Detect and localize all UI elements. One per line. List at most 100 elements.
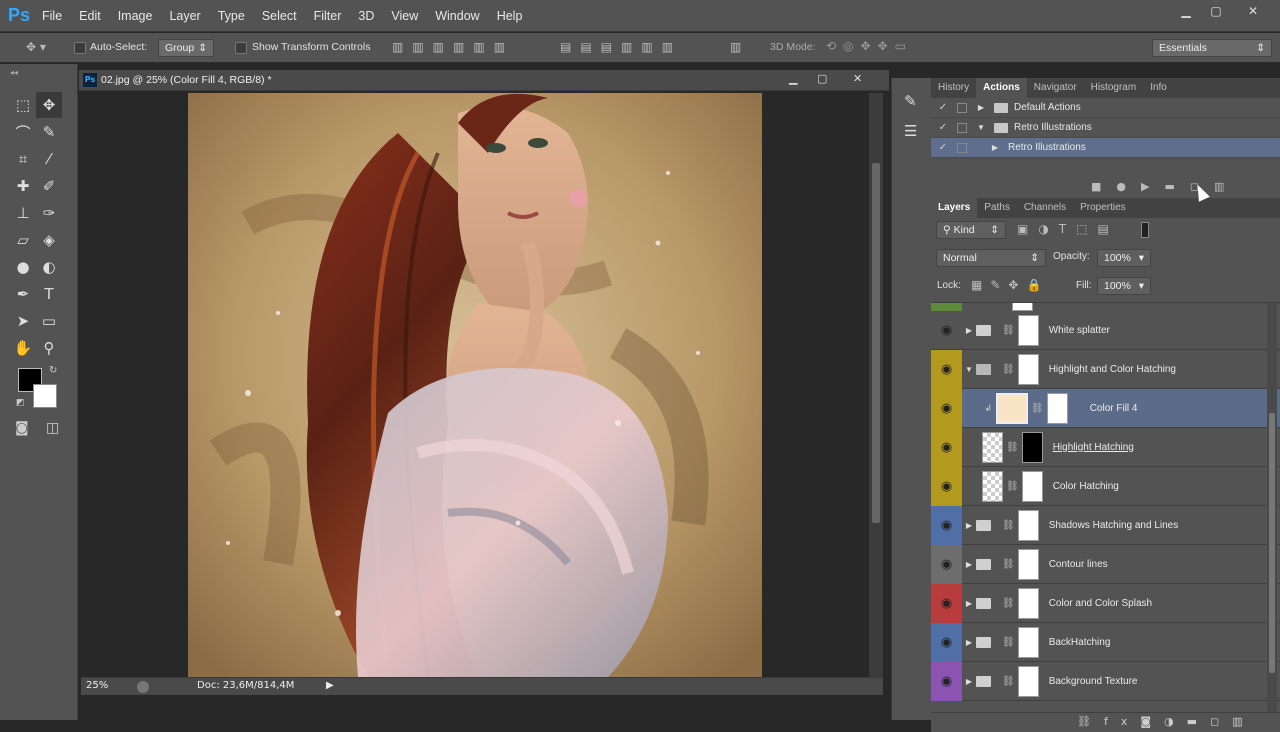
distribute-icons[interactable]: ▤▤▤▥▥▥ xyxy=(560,40,682,54)
trash-icon[interactable]: ▥ xyxy=(1214,180,1239,193)
layer-name[interactable]: Color Hatching xyxy=(1053,481,1119,492)
layer-name[interactable]: White splatter xyxy=(1049,325,1110,336)
close-button[interactable]: ✕ xyxy=(1242,4,1264,18)
doc-minimize-button[interactable]: ▁ xyxy=(789,72,797,85)
transform-controls-checkbox[interactable] xyxy=(235,42,247,54)
layer-color-tag[interactable]: ◉ xyxy=(931,466,962,506)
layer-name[interactable]: Shadows Hatching and Lines xyxy=(1049,520,1179,531)
blur-tool-icon[interactable]: ● xyxy=(10,254,36,280)
menu-filter[interactable]: Filter xyxy=(314,9,342,23)
link-layers-icon[interactable]: ⛓ xyxy=(1077,715,1104,728)
status-menu-arrow-icon[interactable]: ▶ xyxy=(326,680,334,691)
hand-tool-icon[interactable]: ✋ xyxy=(10,335,36,361)
new-group-icon[interactable]: ▬ xyxy=(1187,715,1210,728)
record-icon[interactable]: ● xyxy=(1116,180,1141,193)
lasso-tool-icon[interactable]: ⌒ xyxy=(10,119,36,145)
fill-color-thumbnail[interactable] xyxy=(996,392,1028,424)
move-tool-preset-icon[interactable]: ✥ ▾ xyxy=(26,40,46,54)
filter-type-icons[interactable]: ▣◑T⬚▤ xyxy=(1017,222,1119,236)
eye-icon[interactable]: ◉ xyxy=(941,322,952,338)
layer-row-selected[interactable]: ◉ ↲ ⛓ Color Fill 4 xyxy=(931,388,1280,428)
workspace-dropdown[interactable]: Essentials ⇕ xyxy=(1152,39,1272,57)
document-tab-bar[interactable]: Ps 02.jpg @ 25% (Color Fill 4, RGB/8) * … xyxy=(79,70,889,91)
layer-color-tag[interactable]: ◉ xyxy=(931,505,962,545)
crop-tool-icon[interactable]: ⌗ xyxy=(10,146,36,172)
fill-field[interactable]: 100% ▾ xyxy=(1097,277,1151,295)
eye-icon[interactable]: ◉ xyxy=(941,595,952,611)
layer-name[interactable]: Color and Color Splash xyxy=(1049,598,1152,609)
fx-icon[interactable]: fx xyxy=(1104,715,1140,728)
marquee-tool-icon[interactable]: ⬚ xyxy=(10,92,36,118)
action-set-default[interactable]: ✓ ▶ Default Actions xyxy=(931,98,1280,118)
dialog-toggle[interactable] xyxy=(957,102,967,113)
auto-select-dropdown[interactable]: Group ⇕ xyxy=(158,39,214,57)
layer-row[interactable]: ◉ ▶ ⛓ Shadows Hatching and Lines xyxy=(931,505,1280,545)
eye-icon[interactable]: ◉ xyxy=(941,400,952,416)
healing-brush-tool-icon[interactable]: ✚ xyxy=(10,173,36,199)
tab-channels[interactable]: Channels xyxy=(1017,198,1073,218)
eye-icon[interactable]: ◉ xyxy=(941,439,952,455)
layers-scrollbar[interactable] xyxy=(1267,303,1277,712)
expand-arrow-icon[interactable]: ▶ xyxy=(962,326,976,335)
quick-select-tool-icon[interactable]: ✎ xyxy=(36,119,62,145)
layer-row[interactable]: ◉ ▶ ⛓ BackHatching xyxy=(931,622,1280,662)
default-colors-icon[interactable]: ◩ xyxy=(16,398,25,408)
pen-tool-icon[interactable]: ✒ xyxy=(10,281,36,307)
layer-row[interactable]: ◉ ▶ ⛓ Color and Color Splash xyxy=(931,583,1280,623)
zoom-tool-icon[interactable]: ⚲ xyxy=(36,335,62,361)
lock-icons[interactable]: ▦✎✥🔒 xyxy=(971,278,1049,292)
scroll-thumb[interactable] xyxy=(1269,413,1275,673)
menu-3d[interactable]: 3D xyxy=(358,9,374,23)
opacity-field[interactable]: 100% ▾ xyxy=(1097,249,1151,267)
history-brush-tool-icon[interactable]: ✑ xyxy=(36,200,62,226)
doc-maximize-button[interactable]: ▢ xyxy=(817,72,827,85)
layer-row[interactable]: ◉ ⛓ Color Hatching xyxy=(931,466,1280,506)
expand-arrow-icon[interactable]: ▶ xyxy=(962,677,976,686)
scroll-thumb[interactable] xyxy=(872,163,880,523)
collapse-arrow-icon[interactable]: ▼ xyxy=(974,123,988,132)
minimize-button[interactable]: ▁ xyxy=(1175,4,1197,18)
layer-name[interactable]: Highlight Hatching xyxy=(1053,442,1134,453)
tab-properties[interactable]: Properties xyxy=(1073,198,1133,218)
blend-mode-dropdown[interactable]: Normal ⇕ xyxy=(936,249,1046,267)
layer-name[interactable]: Color Fill 4 xyxy=(1090,403,1138,414)
layer-name[interactable]: Highlight and Color Hatching xyxy=(1049,364,1176,375)
move-tool-icon[interactable]: ✥ xyxy=(36,92,62,118)
eye-icon[interactable]: ◉ xyxy=(941,478,952,494)
action-set-retro[interactable]: ✓ ▼ Retro Illustrations xyxy=(931,118,1280,138)
layer-row[interactable]: ◉ ▶ ⛓ White splatter xyxy=(931,311,1280,350)
layer-color-tag[interactable]: ◉ xyxy=(931,661,962,701)
expand-arrow-icon[interactable]: ▶ xyxy=(962,599,976,608)
align-icons[interactable]: ▥▥▥▥▥▥ xyxy=(392,40,514,54)
tab-paths[interactable]: Paths xyxy=(977,198,1017,218)
layer-color-tag[interactable]: ◉ xyxy=(931,583,962,623)
tab-layers[interactable]: Layers xyxy=(931,198,978,218)
tab-navigator[interactable]: Navigator xyxy=(1027,78,1084,98)
menu-type[interactable]: Type xyxy=(218,9,245,23)
expand-arrow-icon[interactable]: ▶ xyxy=(974,103,988,112)
layer-mask-thumbnail[interactable] xyxy=(1046,392,1068,424)
check-icon[interactable]: ✓ xyxy=(936,102,950,113)
new-layer-icon[interactable]: ◻ xyxy=(1210,715,1232,728)
brush-tool-icon[interactable]: ✐ xyxy=(36,173,62,199)
layer-row[interactable]: ◉ ▶ ⛓ Contour lines xyxy=(931,544,1280,584)
eye-icon[interactable]: ◉ xyxy=(941,673,952,689)
stop-icon[interactable]: ■ xyxy=(1091,180,1116,193)
layer-color-tag[interactable]: ◉ xyxy=(931,544,962,584)
maximize-button[interactable]: ▢ xyxy=(1205,4,1227,18)
adjustments-icon[interactable]: ☰ xyxy=(904,122,917,140)
auto-align-icon[interactable]: ▥ xyxy=(730,40,741,54)
expand-arrow-icon[interactable]: ▶ xyxy=(962,521,976,530)
trash-icon[interactable]: ▥ xyxy=(1232,715,1255,728)
layer-row[interactable]: ◉ ▼ ⛓ Highlight and Color Hatching xyxy=(931,349,1280,389)
background-color-swatch[interactable] xyxy=(33,384,57,408)
layer-color-tag[interactable]: ◉ xyxy=(931,622,962,662)
play-icon[interactable]: ▶ xyxy=(1141,180,1164,193)
expand-arrow-icon[interactable]: ▶ xyxy=(962,638,976,647)
quick-mask-icon[interactable]: ◙ xyxy=(15,420,29,436)
screen-mode-icon[interactable]: ◫ xyxy=(46,420,59,436)
rectangle-tool-icon[interactable]: ▭ xyxy=(36,308,62,334)
canvas-vertical-scrollbar[interactable] xyxy=(869,93,883,677)
collapse-arrow-icon[interactable]: ▼ xyxy=(962,365,976,374)
layer-filter-kind[interactable]: ⚲ Kind ⇕ xyxy=(936,221,1006,239)
